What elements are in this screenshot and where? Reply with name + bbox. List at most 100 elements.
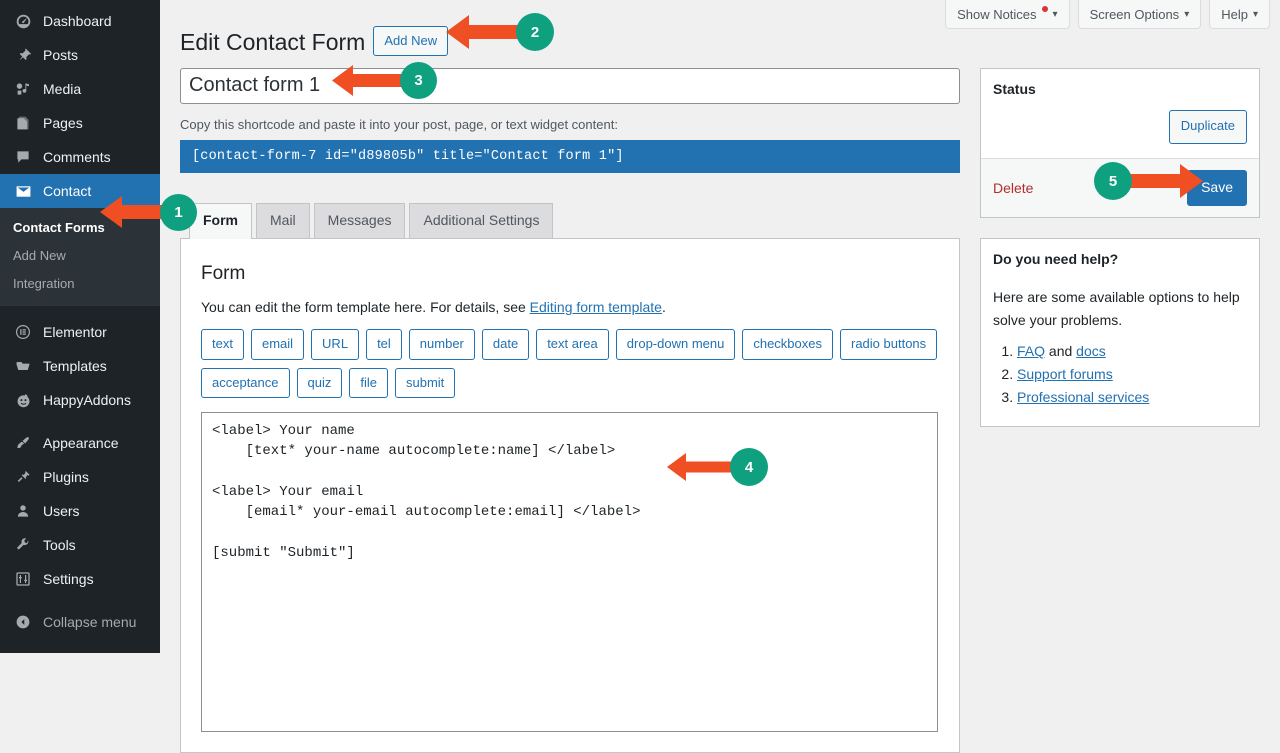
sidebar-item-users[interactable]: Users bbox=[0, 494, 160, 528]
sidebar-divider bbox=[0, 306, 160, 315]
panel-description: You can edit the form template here. For… bbox=[201, 299, 939, 315]
sidebar-item-label: Appearance bbox=[43, 435, 119, 451]
annotation-badge-3: 3 bbox=[400, 62, 437, 99]
add-new-button[interactable]: Add New bbox=[373, 26, 448, 56]
sidebar-item-templates[interactable]: Templates bbox=[0, 349, 160, 383]
tag-button-date[interactable]: date bbox=[482, 329, 529, 360]
sidebar-item-label: Posts bbox=[43, 47, 78, 63]
sidebar-item-label: Dashboard bbox=[43, 13, 112, 29]
chevron-down-icon: ▾ bbox=[1184, 9, 1189, 20]
tag-button-checkboxes[interactable]: checkboxes bbox=[742, 329, 833, 360]
sidebar-item-pages[interactable]: Pages bbox=[0, 106, 160, 140]
sidebar-item-posts[interactable]: Posts bbox=[0, 38, 160, 72]
sidebar-item-label: Comments bbox=[43, 149, 111, 165]
sidebar-item-label: Collapse menu bbox=[43, 614, 136, 630]
sidebar-item-contact[interactable]: Contact bbox=[0, 174, 160, 208]
annotation-badge-4: 4 bbox=[730, 448, 768, 486]
happyaddons-icon bbox=[12, 390, 34, 410]
help-button[interactable]: Help ▾ bbox=[1209, 0, 1270, 29]
pin-icon bbox=[12, 45, 34, 65]
tab-additional-settings[interactable]: Additional Settings bbox=[409, 203, 553, 238]
tab-form[interactable]: Form bbox=[189, 203, 252, 239]
tag-row-2: acceptance quiz file submit bbox=[201, 368, 939, 399]
form-tabs: Form Mail Messages Additional Settings bbox=[189, 203, 960, 238]
sidebar-item-label: Users bbox=[43, 503, 80, 519]
tag-button-number[interactable]: number bbox=[409, 329, 475, 360]
tag-button-url[interactable]: URL bbox=[311, 329, 359, 360]
save-button[interactable]: Save bbox=[1187, 170, 1247, 205]
sidebar-item-settings[interactable]: Settings bbox=[0, 562, 160, 596]
sidebar-item-label: Contact bbox=[43, 183, 91, 199]
tag-button-tel[interactable]: tel bbox=[366, 329, 402, 360]
tag-button-email[interactable]: email bbox=[251, 329, 304, 360]
form-title-input[interactable] bbox=[180, 68, 960, 104]
status-box-body: Duplicate bbox=[981, 110, 1259, 158]
annotation-number: 2 bbox=[531, 24, 539, 41]
screen-options-button[interactable]: Screen Options ▾ bbox=[1078, 0, 1202, 29]
sidebar-item-label: Pages bbox=[43, 115, 83, 131]
tag-button-text-area[interactable]: text area bbox=[536, 329, 609, 360]
duplicate-button[interactable]: Duplicate bbox=[1169, 110, 1247, 144]
pages-icon bbox=[12, 113, 34, 133]
tab-mail[interactable]: Mail bbox=[256, 203, 310, 238]
sidebar-item-happyaddons[interactable]: HappyAddons bbox=[0, 383, 160, 417]
status-box-heading: Status bbox=[981, 69, 1259, 111]
screen-options-label: Screen Options bbox=[1090, 7, 1180, 22]
sidebar-divider bbox=[0, 596, 160, 605]
sidebar-item-label: Elementor bbox=[43, 324, 107, 340]
tab-messages[interactable]: Messages bbox=[314, 203, 406, 238]
submenu-item-integration[interactable]: Integration bbox=[0, 270, 160, 298]
notice-dot-icon bbox=[1042, 6, 1048, 12]
sliders-icon bbox=[12, 569, 34, 589]
sidebar-item-elementor[interactable]: Elementor bbox=[0, 315, 160, 349]
sidebar-item-appearance[interactable]: Appearance bbox=[0, 426, 160, 460]
annotation-number: 1 bbox=[174, 204, 182, 221]
plug-icon bbox=[12, 467, 34, 487]
show-notices-label: Show Notices bbox=[957, 7, 1036, 22]
page-title: Edit Contact Form bbox=[180, 19, 365, 62]
submenu-item-add-new[interactable]: Add New bbox=[0, 242, 160, 270]
tag-button-acceptance[interactable]: acceptance bbox=[201, 368, 290, 399]
faq-link[interactable]: FAQ bbox=[1017, 343, 1045, 359]
sidebar-item-media[interactable]: Media bbox=[0, 72, 160, 106]
submenu-item-contact-forms[interactable]: Contact Forms bbox=[0, 214, 160, 242]
tag-button-submit[interactable]: submit bbox=[395, 368, 455, 399]
dashboard-icon bbox=[12, 11, 34, 31]
annotation-number: 3 bbox=[414, 72, 422, 89]
help-list-item: FAQ and docs bbox=[1017, 343, 1247, 359]
annotation-number: 5 bbox=[1109, 173, 1117, 190]
tag-generator-buttons: text email URL tel number date text area… bbox=[201, 329, 939, 398]
sidebar-item-comments[interactable]: Comments bbox=[0, 140, 160, 174]
annotation-badge-5: 5 bbox=[1094, 162, 1132, 200]
comments-icon bbox=[12, 147, 34, 167]
professional-services-link[interactable]: Professional services bbox=[1017, 389, 1149, 405]
help-intro: Here are some available options to help … bbox=[993, 286, 1247, 331]
support-forums-link[interactable]: Support forums bbox=[1017, 366, 1113, 382]
delete-link[interactable]: Delete bbox=[993, 180, 1033, 196]
elementor-icon bbox=[12, 322, 34, 342]
help-list-item: Professional services bbox=[1017, 389, 1247, 405]
docs-link[interactable]: docs bbox=[1076, 343, 1106, 359]
sidebar-item-collapse-menu[interactable]: Collapse menu bbox=[0, 605, 160, 639]
tag-button-file[interactable]: file bbox=[349, 368, 388, 399]
shortcode-input[interactable] bbox=[180, 140, 960, 173]
sidebar-item-label: Plugins bbox=[43, 469, 89, 485]
help-list: FAQ and docs Support forums Professional… bbox=[993, 343, 1247, 405]
help-box: Do you need help? Here are some availabl… bbox=[980, 238, 1260, 427]
sidebar-item-plugins[interactable]: Plugins bbox=[0, 460, 160, 494]
tag-button-text[interactable]: text bbox=[201, 329, 244, 360]
tag-button-quiz[interactable]: quiz bbox=[297, 368, 343, 399]
form-code-textarea[interactable]: <label> Your name [text* your-name autoc… bbox=[201, 412, 938, 732]
annotation-badge-2: 2 bbox=[516, 13, 554, 51]
shortcode-instruction: Copy this shortcode and paste it into yo… bbox=[180, 117, 960, 132]
editing-form-template-link[interactable]: Editing form template bbox=[530, 299, 662, 315]
sidebar-item-dashboard[interactable]: Dashboard bbox=[0, 4, 160, 38]
sidebar-item-label: HappyAddons bbox=[43, 392, 131, 408]
sidebar-item-label: Settings bbox=[43, 571, 94, 587]
tag-button-drop-down-menu[interactable]: drop-down menu bbox=[616, 329, 736, 360]
envelope-icon bbox=[12, 181, 34, 201]
tag-button-radio-buttons[interactable]: radio buttons bbox=[840, 329, 937, 360]
sidebar-item-tools[interactable]: Tools bbox=[0, 528, 160, 562]
panel-desc-period: . bbox=[662, 299, 666, 315]
show-notices-button[interactable]: Show Notices ▾ bbox=[945, 0, 1070, 29]
